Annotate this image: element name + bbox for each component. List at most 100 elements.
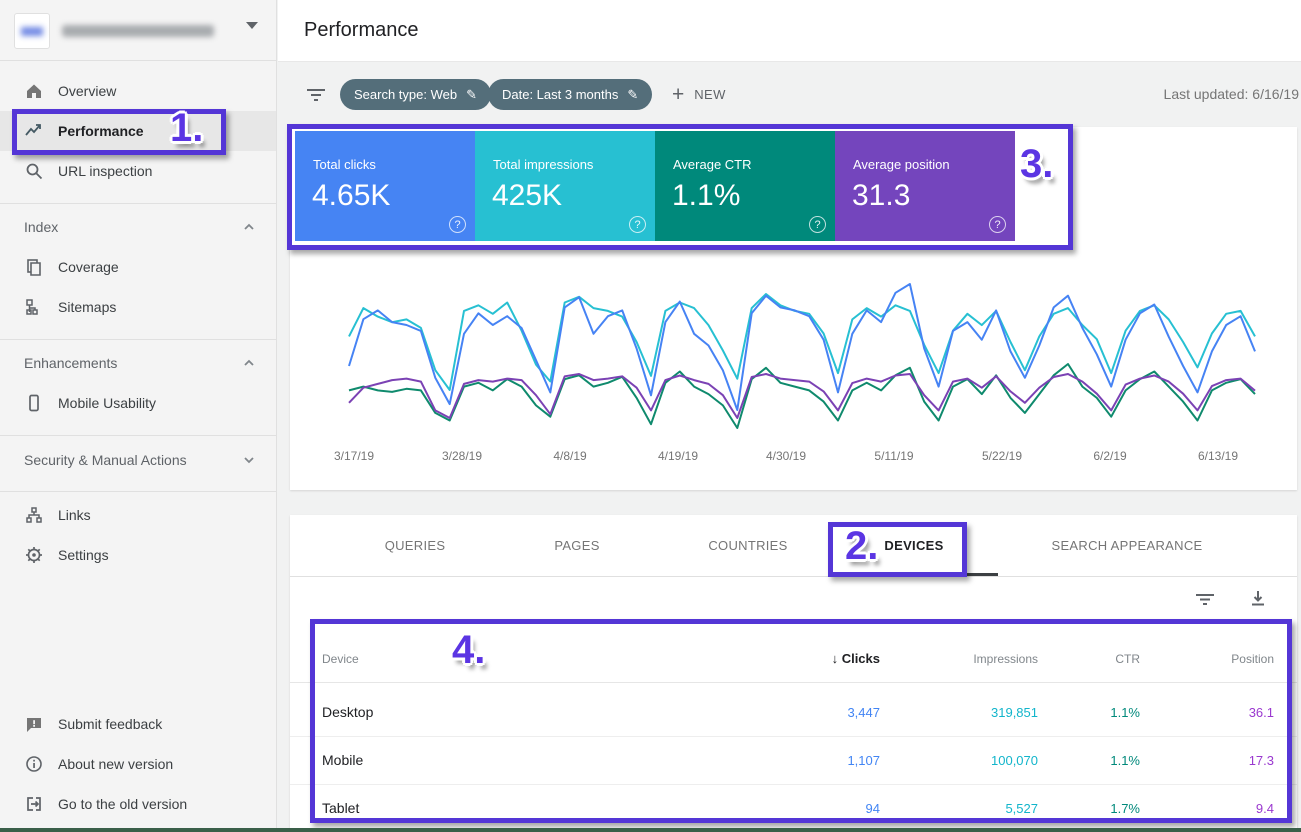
section-enhancements[interactable]: Enhancements — [0, 343, 276, 383]
download-icon[interactable] — [1249, 589, 1267, 607]
sidebar-item-submit-feedback[interactable]: Submit feedback — [0, 704, 276, 744]
tab-queries[interactable]: QUERIES — [340, 515, 490, 576]
date-range-chip[interactable]: Date: Last 3 months ✎ — [488, 79, 652, 110]
sidebar-item-label: Sitemaps — [58, 299, 116, 315]
tab-devices[interactable]: DEVICES — [839, 515, 989, 576]
metric-label: Total impressions — [493, 157, 593, 172]
tab-label: PAGES — [554, 538, 599, 553]
sidebar-item-performance[interactable]: Performance — [0, 111, 276, 151]
metric-label: Average CTR — [673, 157, 752, 172]
sidebar-item-url-inspection[interactable]: URL inspection — [0, 151, 276, 191]
property-selector[interactable] — [0, 0, 276, 61]
section-security-manual-actions[interactable]: Security & Manual Actions — [0, 440, 276, 480]
x-axis-tick-label: 3/28/19 — [422, 449, 502, 463]
tab-label: DEVICES — [884, 538, 943, 553]
divider — [0, 339, 277, 340]
metric-card-average-ctr[interactable]: Average CTR 1.1% ? — [655, 131, 835, 241]
help-icon[interactable]: ? — [629, 216, 646, 233]
cell-device: Mobile — [322, 752, 363, 768]
sidebar-item-go-to-old-version[interactable]: Go to the old version — [0, 784, 276, 824]
section-title: Security & Manual Actions — [24, 452, 187, 468]
cell-clicks: 3,447 — [730, 705, 880, 720]
coverage-icon — [24, 257, 44, 277]
sidebar-item-overview[interactable]: Overview — [0, 71, 276, 111]
column-header-device[interactable]: Device — [322, 652, 359, 666]
plus-icon: + — [672, 83, 684, 107]
tab-pages[interactable]: PAGES — [502, 515, 652, 576]
cell-clicks: 94 — [730, 801, 880, 816]
tab-search-appearance[interactable]: SEARCH APPEARANCE — [1027, 515, 1227, 576]
chevron-up-icon[interactable] — [242, 356, 256, 370]
cell-impressions: 319,851 — [880, 705, 1038, 720]
tab-countries[interactable]: COUNTRIES — [673, 515, 823, 576]
x-axis-tick-label: 5/22/19 — [962, 449, 1042, 463]
sidebar-item-label: Coverage — [58, 259, 119, 275]
table-filter-icon[interactable] — [1195, 593, 1215, 606]
metric-card-total-clicks[interactable]: Total clicks 4.65K ? — [295, 131, 475, 241]
sidebar-item-label: Go to the old version — [58, 796, 187, 812]
column-header-impressions[interactable]: Impressions — [880, 652, 1038, 666]
search-type-chip[interactable]: Search type: Web ✎ — [340, 79, 491, 110]
tab-label: SEARCH APPEARANCE — [1051, 538, 1202, 553]
cell-ctr: 1.1% — [1038, 753, 1140, 768]
metric-card-total-impressions[interactable]: Total impressions 425K ? — [475, 131, 655, 241]
pencil-icon[interactable]: ✎ — [466, 87, 477, 103]
x-axis-tick-label: 6/2/19 — [1070, 449, 1150, 463]
sidebar-item-about-new-version[interactable]: About new version — [0, 744, 276, 784]
trending-icon — [24, 121, 44, 141]
main-header: Performance — [278, 0, 1301, 62]
pencil-icon[interactable]: ✎ — [627, 87, 638, 103]
sidebar-item-label: Performance — [58, 123, 144, 139]
cell-impressions: 100,070 — [880, 753, 1038, 768]
help-icon[interactable]: ? — [449, 216, 466, 233]
cell-clicks: 1,107 — [730, 753, 880, 768]
chevron-down-icon[interactable] — [242, 453, 256, 467]
table-row[interactable]: Desktop 3,447 319,851 1.1% 36.1 — [290, 688, 1297, 736]
sidebar-item-mobile-usability[interactable]: Mobile Usability — [0, 383, 276, 423]
metric-value: 31.3 — [852, 179, 910, 213]
exit-icon — [24, 794, 44, 814]
dimensions-table-card: QUERIES PAGES COUNTRIES DEVICES SEARCH A… — [290, 515, 1297, 832]
column-header-clicks[interactable]: ↓ Clicks — [730, 651, 880, 666]
chart-line-position — [349, 374, 1255, 418]
info-icon — [24, 754, 44, 774]
mobile-icon — [24, 393, 44, 413]
bottom-border-strip — [0, 828, 1301, 832]
sidebar-item-settings[interactable]: Settings — [0, 535, 276, 575]
sidebar-item-label: Settings — [58, 547, 109, 563]
toolbar: Search type: Web ✎ Date: Last 3 months ✎… — [278, 62, 1301, 122]
sidebar-item-coverage[interactable]: Coverage — [0, 247, 276, 287]
section-index[interactable]: Index — [0, 207, 276, 247]
column-header-ctr[interactable]: CTR — [1038, 652, 1140, 666]
sidebar-item-label: Submit feedback — [58, 716, 162, 732]
chevron-up-icon[interactable] — [242, 220, 256, 234]
page-title: Performance — [304, 19, 419, 42]
help-icon[interactable]: ? — [809, 216, 826, 233]
x-axis-tick-label: 4/30/19 — [746, 449, 826, 463]
section-title: Index — [24, 219, 58, 235]
caret-down-icon[interactable] — [246, 22, 258, 29]
last-updated-text: Last updated: 6/16/19 — [1164, 86, 1299, 102]
metric-value: 1.1% — [672, 179, 740, 213]
column-header-position[interactable]: Position — [1140, 652, 1274, 666]
cell-position: 36.1 — [1140, 705, 1274, 720]
x-axis-tick-label: 4/8/19 — [530, 449, 610, 463]
table-row[interactable]: Mobile 1,107 100,070 1.1% 17.3 — [290, 736, 1297, 784]
metric-label: Total clicks — [313, 157, 376, 172]
filter-icon[interactable] — [305, 88, 327, 102]
sidebar-item-links[interactable]: Links — [0, 495, 276, 535]
cell-ctr: 1.7% — [1038, 801, 1140, 816]
metric-value: 425K — [492, 179, 562, 213]
sidebar-item-sitemaps[interactable]: Sitemaps — [0, 287, 276, 327]
sidebar: Overview Performance URL inspection Inde… — [0, 0, 277, 832]
table-header-row: Device ↓ Clicks Impressions CTR Position — [290, 635, 1297, 683]
cell-device: Desktop — [322, 704, 373, 720]
feedback-icon — [24, 714, 44, 734]
tab-label: QUERIES — [385, 538, 446, 553]
new-filter-button[interactable]: + NEW — [672, 79, 726, 110]
chip-label: Search type: Web — [354, 87, 457, 102]
sidebar-item-label: Links — [58, 507, 91, 523]
metric-card-average-position[interactable]: Average position 31.3 ? — [835, 131, 1015, 241]
table-row[interactable]: Tablet 94 5,527 1.7% 9.4 — [290, 784, 1297, 832]
help-icon[interactable]: ? — [989, 216, 1006, 233]
